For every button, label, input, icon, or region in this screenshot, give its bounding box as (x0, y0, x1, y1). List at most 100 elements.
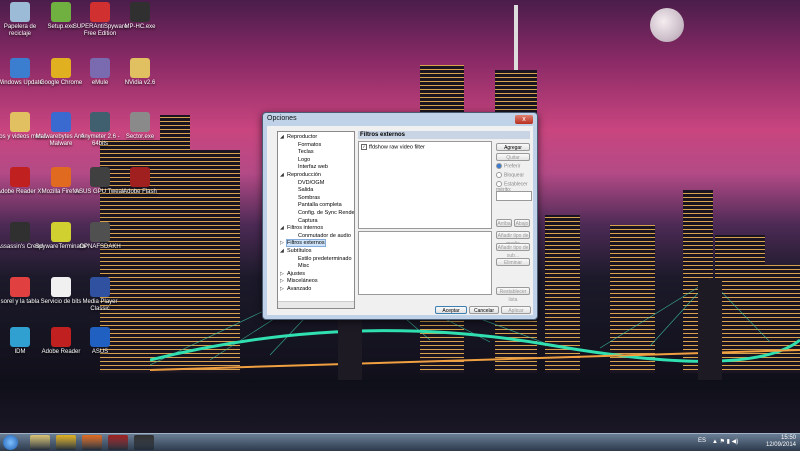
desktop-icon-label: Adobe Flash (123, 189, 157, 195)
firefox-icon (51, 167, 71, 187)
desktop-icon-label: OPNAFSDAKH (79, 244, 121, 250)
clock-time: 15:50 (780, 435, 796, 441)
language-indicator[interactable]: ES (698, 438, 706, 444)
media-player-icon[interactable] (134, 435, 154, 450)
options-tree[interactable]: ◢ Reproductor Formatos Teclas Logo Interfaz w… (277, 131, 355, 309)
desktop-icon-label: Sector.exe (125, 134, 155, 140)
tree-item[interactable]: Filtros externos (286, 239, 326, 248)
desktop-icon[interactable]: ASUS (72, 327, 128, 356)
collapse-arrow-icon[interactable]: ◢ (280, 248, 284, 254)
expand-arrow-icon[interactable]: ▷ (280, 278, 284, 284)
adobe-reader-icon (51, 327, 71, 347)
desktop-icon[interactable]: OPNAFSDAKH (72, 222, 128, 251)
delete-button[interactable]: Eliminar (496, 258, 530, 266)
document-icon (51, 277, 71, 297)
tree-item[interactable]: Reproducción (287, 172, 321, 178)
river-water (0, 380, 800, 433)
tree-item[interactable]: Estilo predeterminado (298, 256, 352, 262)
antispyware-icon (90, 2, 110, 22)
desktop-icon[interactable]: Adobe Flash (112, 167, 168, 196)
app-icon (51, 2, 71, 22)
app-icon (130, 112, 150, 132)
tree-item[interactable]: Subtítulos (287, 248, 311, 254)
folder-icon (130, 58, 150, 78)
tree-item[interactable]: Captura (298, 218, 318, 224)
malwarebytes-icon (51, 112, 71, 132)
media-player-icon (90, 277, 110, 297)
tree-item[interactable]: Formatos (298, 142, 321, 148)
expand-arrow-icon[interactable]: ▷ (280, 271, 284, 277)
cancel-button[interactable]: Cancelar (469, 306, 499, 314)
collapse-arrow-icon[interactable]: ◢ (280, 225, 284, 231)
game-icon (10, 222, 30, 242)
asus-icon (90, 327, 110, 347)
desktop-icon[interactable]: NVidia v2.6 (112, 58, 168, 87)
emule-icon (90, 58, 110, 78)
tree-horizontal-scrollbar[interactable] (278, 301, 354, 308)
collapse-arrow-icon[interactable]: ◢ (280, 172, 284, 178)
tree-item[interactable]: Salida (298, 187, 313, 193)
desktop-icon[interactable]: Sector.exe (112, 112, 168, 141)
filter-list-item[interactable]: ✓ ffdshow raw video filter (361, 144, 425, 150)
flash-icon (130, 167, 150, 187)
document-icon (10, 277, 30, 297)
tree-item[interactable]: Interfaz web (298, 164, 328, 170)
tree-item[interactable]: Logo (298, 157, 310, 163)
recycle-bin-icon (10, 2, 30, 22)
start-button[interactable] (3, 435, 18, 450)
down-button[interactable]: Abajo (514, 219, 530, 227)
tree-item[interactable]: Sombras (298, 195, 320, 201)
adobe-flash-icon[interactable] (108, 435, 128, 450)
moon-graphic (650, 8, 684, 42)
desktop-icon-label: Media Player Classic (82, 299, 118, 312)
firefox-icon[interactable] (82, 435, 102, 450)
up-button[interactable]: Arriba (496, 219, 512, 227)
expand-arrow-icon[interactable]: ▷ (280, 240, 284, 246)
tree-item[interactable]: Ajustes (287, 271, 305, 277)
chrome-icon[interactable] (56, 435, 76, 450)
clock[interactable]: 15:50 12/09/2014 (766, 435, 796, 449)
desktop-icon[interactable]: MP-HC.exe (112, 2, 168, 31)
tree-item[interactable]: Misc (298, 263, 309, 269)
close-button[interactable]: x (515, 115, 533, 124)
ok-button[interactable]: Aceptar (435, 306, 467, 314)
explorer-icon[interactable] (30, 435, 50, 450)
tree-item[interactable]: Avanzado (287, 286, 311, 292)
radio-prefer[interactable]: Preferir (496, 163, 520, 169)
dialog-title: Opciones (267, 115, 297, 122)
external-filters-panel: Filtros externos ✓ ffdshow raw video filt… (358, 131, 532, 307)
tree-item[interactable]: Misceláneos (287, 278, 318, 284)
tray-icons[interactable]: ▲ ⚑ ▮ ◀) (712, 438, 738, 445)
tree-item[interactable]: Reproductor (287, 134, 317, 140)
filter-checkbox[interactable]: ✓ (361, 144, 367, 150)
filter-item-label: ffdshow raw video filter (369, 144, 425, 151)
tree-item[interactable]: Conmutador de audio (298, 233, 351, 239)
desktop-icon[interactable]: Media Player Classic (72, 277, 128, 313)
apply-button[interactable]: Aplicar (501, 306, 531, 314)
tree-item[interactable]: Filtros internos (287, 225, 323, 231)
reset-list-button[interactable]: Restablecer lista (496, 287, 530, 303)
tree-item[interactable]: Config. de Sync Renderer (298, 210, 354, 216)
add-filter-button[interactable]: Agregar filtro... (496, 143, 530, 159)
tree-item[interactable]: Teclas (298, 149, 314, 155)
windows-update-icon (10, 58, 30, 78)
tree-item[interactable]: DVD/OGM (298, 180, 324, 186)
add-media-type-button[interactable]: Añadir tipo de medio (496, 231, 530, 247)
app-icon (90, 222, 110, 242)
radio-block[interactable]: Bloquear (496, 172, 524, 178)
expand-arrow-icon[interactable]: ▷ (280, 286, 284, 292)
remove-button[interactable]: Quitar (496, 153, 530, 161)
media-types-list[interactable] (358, 231, 492, 295)
app-icon (90, 112, 110, 132)
collapse-arrow-icon[interactable]: ◢ (280, 134, 284, 140)
taskbar: ES ▲ ⚑ ▮ ◀) 15:50 12/09/2014 (0, 433, 800, 451)
merit-field[interactable] (496, 191, 532, 201)
tree-item[interactable]: Pantalla completa (298, 202, 342, 208)
add-subtype-button[interactable]: Añadir tipo de sub... (496, 243, 530, 259)
options-dialog: Opciones x ◢ Reproductor Formatos Teclas Log… (262, 112, 538, 320)
clock-date: 12/09/2014 (765, 442, 796, 448)
dialog-body: ◢ Reproductor Formatos Teclas Logo Interfaz w… (267, 126, 533, 315)
desktop-icon-label: NVidia v2.6 (124, 80, 156, 86)
desktop-icon-label: ASUS (91, 349, 109, 355)
filter-list[interactable]: ✓ ffdshow raw video filter (358, 141, 492, 229)
